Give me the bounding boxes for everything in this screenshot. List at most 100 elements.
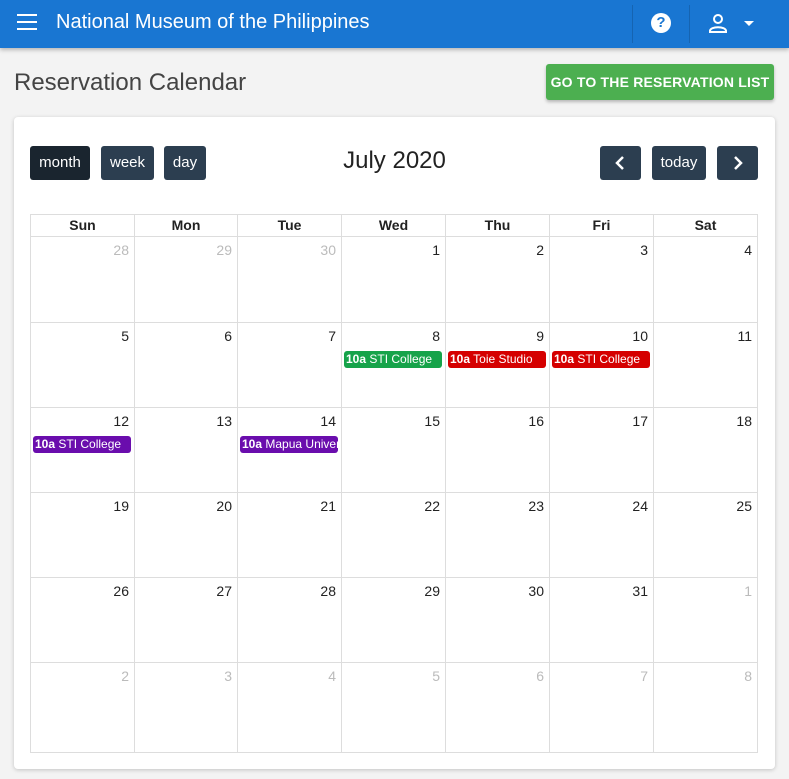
day-number[interactable]: 6	[224, 328, 232, 344]
day-cell[interactable]: 1	[654, 578, 758, 663]
day-number[interactable]: 23	[528, 498, 544, 514]
day-cell[interactable]: 20	[135, 493, 238, 578]
day-number[interactable]: 30	[320, 242, 336, 258]
week-row: 5 6 7 8 10a STI College 9 10a Toie Studio 10 10a…	[31, 323, 758, 408]
day-number[interactable]: 13	[216, 413, 232, 429]
day-number[interactable]: 8	[744, 668, 752, 684]
day-cell[interactable]: 4	[238, 663, 342, 753]
day-number[interactable]: 15	[424, 413, 440, 429]
day-cell[interactable]: 5	[31, 323, 135, 408]
day-number[interactable]: 25	[736, 498, 752, 514]
day-cell[interactable]: 1	[342, 237, 446, 323]
day-cell[interactable]: 16	[446, 408, 550, 493]
day-cell[interactable]: 13	[135, 408, 238, 493]
day-number[interactable]: 31	[632, 583, 648, 599]
day-number[interactable]: 4	[744, 242, 752, 258]
day-number[interactable]: 3	[224, 668, 232, 684]
day-cell[interactable]: 18	[654, 408, 758, 493]
help-icon[interactable]: ?	[651, 13, 671, 33]
day-number[interactable]: 17	[632, 413, 648, 429]
day-cell[interactable]: 30	[446, 578, 550, 663]
day-cell[interactable]: 31	[550, 578, 654, 663]
day-number[interactable]: 19	[113, 498, 129, 514]
account-menu-button[interactable]	[706, 12, 758, 36]
day-cell[interactable]: 6	[446, 663, 550, 753]
day-cell[interactable]: 29	[342, 578, 446, 663]
day-cell[interactable]: 2	[31, 663, 135, 753]
day-cell[interactable]: 6	[135, 323, 238, 408]
day-number[interactable]: 5	[432, 668, 440, 684]
day-cell[interactable]: 15	[342, 408, 446, 493]
day-cell[interactable]: 23	[446, 493, 550, 578]
month-view-button[interactable]: month	[30, 146, 90, 180]
calendar-event[interactable]: 10a Mapua Univer	[240, 436, 338, 453]
day-number[interactable]: 18	[736, 413, 752, 429]
day-number[interactable]: 16	[528, 413, 544, 429]
day-number[interactable]: 24	[632, 498, 648, 514]
calendar-event[interactable]: 10a STI College	[552, 351, 650, 368]
day-cell[interactable]: 4	[654, 237, 758, 323]
day-number[interactable]: 10	[632, 328, 648, 344]
day-cell[interactable]: 25	[654, 493, 758, 578]
day-number[interactable]: 28	[113, 242, 129, 258]
day-number[interactable]: 6	[536, 668, 544, 684]
day-cell[interactable]: 7	[550, 663, 654, 753]
day-cell[interactable]: 11	[654, 323, 758, 408]
day-cell[interactable]: 9 10a Toie Studio	[446, 323, 550, 408]
day-cell[interactable]: 26	[31, 578, 135, 663]
day-number[interactable]: 20	[216, 498, 232, 514]
day-cell[interactable]: 3	[135, 663, 238, 753]
day-number[interactable]: 29	[424, 583, 440, 599]
today-button[interactable]: today	[652, 146, 706, 180]
day-number[interactable]: 29	[216, 242, 232, 258]
day-cell[interactable]: 24	[550, 493, 654, 578]
day-number[interactable]: 26	[113, 583, 129, 599]
day-number[interactable]: 12	[113, 413, 129, 429]
week-view-button[interactable]: week	[101, 146, 154, 180]
day-number[interactable]: 1	[432, 242, 440, 258]
day-number[interactable]: 14	[320, 413, 336, 429]
day-cell[interactable]: 27	[135, 578, 238, 663]
day-number[interactable]: 30	[528, 583, 544, 599]
day-cell[interactable]: 30	[238, 237, 342, 323]
day-number[interactable]: 9	[536, 328, 544, 344]
day-cell[interactable]: 2	[446, 237, 550, 323]
day-cell[interactable]: 5	[342, 663, 446, 753]
day-cell[interactable]: 8 10a STI College	[342, 323, 446, 408]
calendar-event[interactable]: 10a STI College	[33, 436, 131, 453]
day-number[interactable]: 7	[328, 328, 336, 344]
day-cell[interactable]: 29	[135, 237, 238, 323]
day-number[interactable]: 5	[121, 328, 129, 344]
day-number[interactable]: 22	[424, 498, 440, 514]
day-number[interactable]: 28	[320, 583, 336, 599]
menu-icon[interactable]	[17, 14, 37, 32]
day-cell[interactable]: 28	[238, 578, 342, 663]
day-cell[interactable]: 12 10a STI College	[31, 408, 135, 493]
calendar-event[interactable]: 10a STI College	[344, 351, 442, 368]
day-cell[interactable]: 19	[31, 493, 135, 578]
prev-month-button[interactable]	[600, 146, 641, 180]
day-number[interactable]: 3	[640, 242, 648, 258]
day-cell[interactable]: 22	[342, 493, 446, 578]
day-view-button[interactable]: day	[164, 146, 206, 180]
go-to-reservation-list-button[interactable]: GO TO THE RESERVATION LIST	[546, 64, 774, 100]
day-cell[interactable]: 28	[31, 237, 135, 323]
day-number[interactable]: 7	[640, 668, 648, 684]
day-cell[interactable]: 17	[550, 408, 654, 493]
calendar-event[interactable]: 10a Toie Studio	[448, 351, 546, 368]
day-number[interactable]: 2	[536, 242, 544, 258]
day-number[interactable]: 11	[737, 328, 752, 344]
day-cell[interactable]: 7	[238, 323, 342, 408]
day-number[interactable]: 8	[432, 328, 440, 344]
day-cell[interactable]: 14 10a Mapua Univer	[238, 408, 342, 493]
day-cell[interactable]: 8	[654, 663, 758, 753]
day-cell[interactable]: 21	[238, 493, 342, 578]
day-number[interactable]: 27	[216, 583, 232, 599]
day-number[interactable]: 1	[744, 583, 752, 599]
day-cell[interactable]: 10 10a STI College	[550, 323, 654, 408]
day-number[interactable]: 4	[328, 668, 336, 684]
day-number[interactable]: 2	[121, 668, 129, 684]
next-month-button[interactable]	[717, 146, 758, 180]
day-cell[interactable]: 3	[550, 237, 654, 323]
day-number[interactable]: 21	[320, 498, 336, 514]
